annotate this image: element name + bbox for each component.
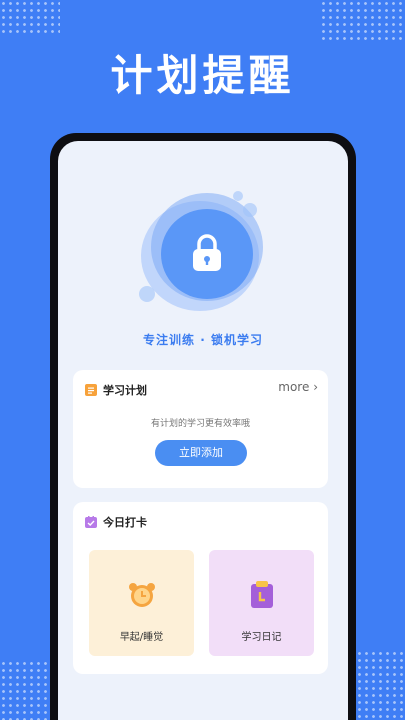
- wake-sleep-label: 早起/睡觉: [119, 632, 164, 643]
- promo-headline: 计划提醒: [110, 51, 295, 100]
- add-plan-button[interactable]: 立即添加: [155, 440, 247, 466]
- focus-caption: 专注训练 · 锁机学习: [143, 333, 263, 347]
- more-label: more: [278, 380, 310, 394]
- wake-sleep-tile[interactable]: 早起/睡觉: [89, 550, 194, 656]
- decorative-dots: [320, 0, 405, 40]
- decorative-dots: [0, 0, 60, 35]
- phone-frame: 专注训练 · 锁机学习 学习计划 more › 有计划的学习更有效率哦 立即添加: [50, 133, 356, 720]
- study-plan-card: 学习计划 more › 有计划的学习更有效率哦 立即添加: [73, 370, 328, 488]
- daily-checkin-card: 今日打卡 早起/睡觉 学习日记: [73, 502, 328, 674]
- study-diary-tile[interactable]: 学习日记: [209, 550, 314, 656]
- checkin-icon: [85, 516, 97, 528]
- alarm-clock-icon: [129, 583, 155, 607]
- more-link[interactable]: more ›: [278, 380, 318, 394]
- decorative-dots: [0, 660, 50, 720]
- study-plan-hint: 有计划的学习更有效率哦: [150, 419, 250, 429]
- chevron-right-icon: ›: [313, 380, 318, 394]
- daily-checkin-title: 今日打卡: [103, 516, 147, 529]
- diary-icon: [251, 581, 273, 608]
- study-plan-title: 学习计划: [103, 384, 147, 397]
- lock-icon: [193, 234, 221, 271]
- app-screen: 专注训练 · 锁机学习 学习计划 more › 有计划的学习更有效率哦 立即添加: [58, 141, 348, 720]
- study-diary-label: 学习日记: [241, 632, 282, 643]
- plan-icon: [85, 384, 97, 396]
- focus-lock-illustration[interactable]: [133, 191, 273, 321]
